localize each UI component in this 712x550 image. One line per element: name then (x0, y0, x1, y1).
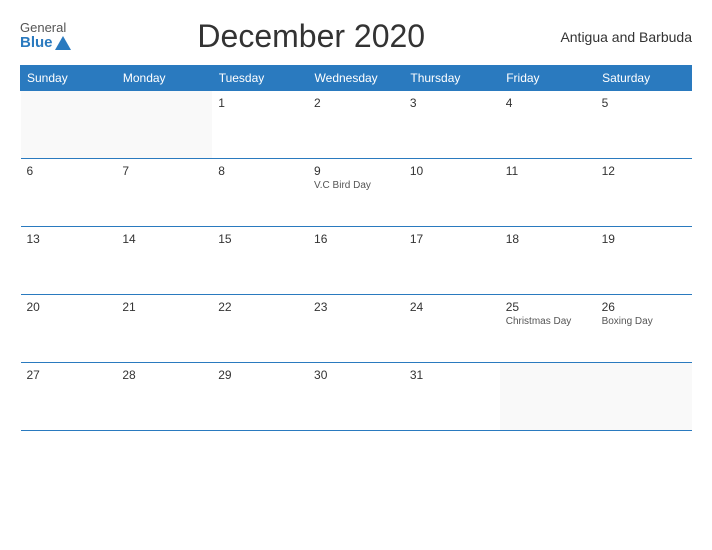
calendar-day: 24 (404, 295, 500, 363)
day-number: 1 (218, 96, 302, 110)
header-wednesday: Wednesday (308, 66, 404, 91)
calendar-day (21, 91, 117, 159)
day-number: 19 (602, 232, 686, 246)
day-number: 31 (410, 368, 494, 382)
day-number: 7 (122, 164, 206, 178)
calendar-day: 18 (500, 227, 596, 295)
holiday-label: V.C Bird Day (314, 180, 398, 191)
calendar-week-row: 27 28 29 30 31 (21, 363, 692, 431)
day-number: 6 (27, 164, 111, 178)
weekday-header-row: Sunday Monday Tuesday Wednesday Thursday… (21, 66, 692, 91)
logo: General Blue (20, 21, 71, 52)
day-number: 17 (410, 232, 494, 246)
calendar-table: Sunday Monday Tuesday Wednesday Thursday… (20, 65, 692, 431)
calendar-week-row: 20 21 22 23 24 25 Christmas Day 26 Boxing Day (21, 295, 692, 363)
header: General Blue December 2020 Antigua and B… (20, 18, 692, 55)
country-name: Antigua and Barbuda (552, 29, 692, 45)
calendar-day: 30 (308, 363, 404, 431)
calendar-day: 14 (116, 227, 212, 295)
calendar-day: 19 (596, 227, 692, 295)
holiday-label: Boxing Day (602, 316, 686, 327)
calendar-day (596, 363, 692, 431)
day-number: 25 (506, 300, 590, 314)
calendar-day: 16 (308, 227, 404, 295)
header-sunday: Sunday (21, 66, 117, 91)
header-tuesday: Tuesday (212, 66, 308, 91)
calendar-day: 22 (212, 295, 308, 363)
header-saturday: Saturday (596, 66, 692, 91)
header-monday: Monday (116, 66, 212, 91)
calendar-day: 4 (500, 91, 596, 159)
day-number: 14 (122, 232, 206, 246)
header-thursday: Thursday (404, 66, 500, 91)
calendar-day: 6 (21, 159, 117, 227)
calendar-week-row: 12345 (21, 91, 692, 159)
calendar-day: 20 (21, 295, 117, 363)
day-number: 11 (506, 164, 590, 178)
day-number: 4 (506, 96, 590, 110)
day-number: 27 (27, 368, 111, 382)
day-number: 5 (602, 96, 686, 110)
day-number: 15 (218, 232, 302, 246)
day-number: 2 (314, 96, 398, 110)
day-number: 24 (410, 300, 494, 314)
calendar-day: 21 (116, 295, 212, 363)
calendar-day: 5 (596, 91, 692, 159)
day-number: 8 (218, 164, 302, 178)
day-number: 18 (506, 232, 590, 246)
calendar-day (116, 91, 212, 159)
calendar-day: 12 (596, 159, 692, 227)
calendar-day: 11 (500, 159, 596, 227)
calendar-day: 3 (404, 91, 500, 159)
day-number: 20 (27, 300, 111, 314)
calendar-day: 7 (116, 159, 212, 227)
month-title: December 2020 (71, 18, 552, 55)
calendar-day: 31 (404, 363, 500, 431)
logo-triangle-icon (55, 36, 71, 50)
logo-blue-text: Blue (20, 35, 71, 52)
day-number: 12 (602, 164, 686, 178)
calendar-day: 29 (212, 363, 308, 431)
day-number: 23 (314, 300, 398, 314)
calendar-day: 15 (212, 227, 308, 295)
day-number: 13 (27, 232, 111, 246)
calendar-day: 17 (404, 227, 500, 295)
calendar-page: General Blue December 2020 Antigua and B… (0, 0, 712, 550)
day-number: 3 (410, 96, 494, 110)
calendar-day: 8 (212, 159, 308, 227)
day-number: 29 (218, 368, 302, 382)
day-number: 22 (218, 300, 302, 314)
day-number: 30 (314, 368, 398, 382)
logo-general-text: General (20, 21, 66, 35)
calendar-day: 9 V.C Bird Day (308, 159, 404, 227)
calendar-day: 27 (21, 363, 117, 431)
calendar-day: 23 (308, 295, 404, 363)
calendar-day: 1 (212, 91, 308, 159)
day-number: 21 (122, 300, 206, 314)
calendar-day: 26 Boxing Day (596, 295, 692, 363)
calendar-day: 28 (116, 363, 212, 431)
calendar-week-row: 13 14 15 16 17 18 19 (21, 227, 692, 295)
day-number: 26 (602, 300, 686, 314)
calendar-day (500, 363, 596, 431)
calendar-day: 10 (404, 159, 500, 227)
day-number: 9 (314, 164, 398, 178)
calendar-week-row: 6789 V.C Bird Day 10 11 12 (21, 159, 692, 227)
holiday-label: Christmas Day (506, 316, 590, 327)
day-number: 28 (122, 368, 206, 382)
day-number: 10 (410, 164, 494, 178)
day-number: 16 (314, 232, 398, 246)
calendar-day: 25 Christmas Day (500, 295, 596, 363)
header-friday: Friday (500, 66, 596, 91)
calendar-day: 13 (21, 227, 117, 295)
calendar-day: 2 (308, 91, 404, 159)
